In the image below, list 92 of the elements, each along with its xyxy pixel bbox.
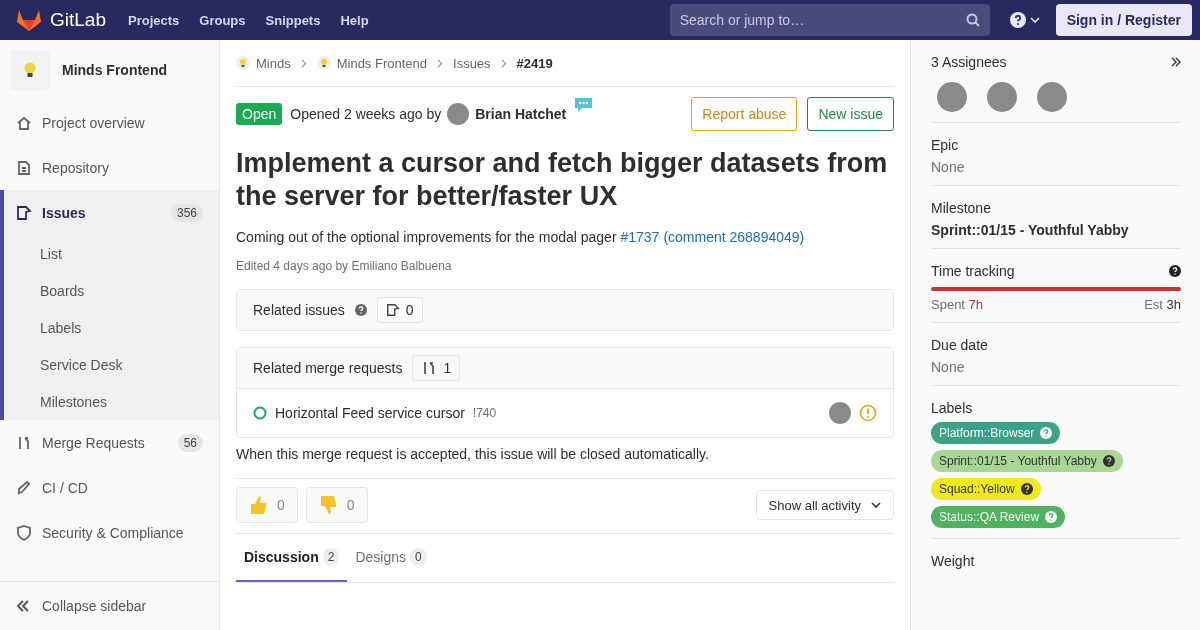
opened-text: Opened 2 weeks ago by (290, 106, 442, 122)
count-badge: 56 (177, 433, 203, 452)
search-field[interactable]: Search or jump to… (669, 4, 990, 36)
sidebar-subitem[interactable]: Boards (4, 272, 219, 309)
brand-name[interactable]: GitLab (50, 9, 106, 31)
nav-link[interactable]: Projects (128, 12, 180, 28)
sign-in-button[interactable]: Sign in / Register (1055, 4, 1192, 36)
breadcrumb-link[interactable]: Minds Frontend (336, 55, 427, 71)
speech-bubble-icon (574, 97, 594, 113)
search-icon (965, 13, 980, 27)
sidebar-item[interactable]: Project overview (4, 100, 219, 145)
document-icon (16, 159, 32, 176)
caret-icon (871, 502, 881, 508)
issue-count-badge: 0 (376, 297, 423, 323)
double-chevron-right-icon[interactable] (1171, 57, 1181, 67)
open-status-icon (253, 406, 267, 420)
merge-request-count-badge: 1 (412, 355, 461, 381)
card-title: Related merge requests (253, 360, 403, 376)
issue-link[interactable]: #1737 (620, 229, 660, 245)
section-heading: Epic (931, 137, 960, 153)
label-tag[interactable]: Sprint::01/15 - Youthful Yabby (931, 450, 1123, 472)
section-heading: Milestone (931, 200, 992, 216)
assignees-heading: 3 Assignees (931, 54, 1007, 70)
help-icon (354, 304, 367, 316)
time-spent: Spent 7h (931, 297, 984, 312)
issue-description: Coming out of the optional improvements for the modal pager #1737 (comment 268894049) (236, 229, 806, 245)
chevron-right-icon (500, 58, 507, 68)
sidebar-subitem[interactable]: List (4, 235, 219, 272)
merge-request-link[interactable]: Horizontal Feed service cursor (275, 405, 465, 421)
tab[interactable]: Designs 0 (347, 534, 435, 582)
section-heading: Labels (931, 400, 974, 416)
help-icon[interactable] (1102, 455, 1115, 467)
sidebar-subitem[interactable]: Labels (4, 309, 219, 346)
avatar[interactable] (937, 82, 967, 112)
edited-note: Edited 4 days ago by Emiliano Balbuena (236, 259, 453, 273)
issue-title: Implement a cursor and fetch bigger datasets from the server for better/faster UX (236, 147, 889, 213)
issues-icon (16, 204, 32, 221)
sidebar-item[interactable]: CI / CD (4, 465, 219, 510)
label-tag[interactable]: Squad::Yellow (931, 478, 1041, 500)
nav-link[interactable]: Help (340, 12, 369, 28)
card-title: Related issues (253, 302, 345, 318)
sidebar-subitem[interactable]: Service Desk (4, 346, 219, 383)
lightbulb-icon (316, 56, 331, 70)
thumbs-up-button[interactable]: 0 (236, 487, 298, 523)
merge-note: When this merge request is accepted, this issue will be closed automatically. (236, 446, 894, 479)
warning-icon (859, 404, 877, 422)
merge-request-ref: !740 (472, 406, 497, 420)
breadcrumb-link[interactable]: Minds (256, 55, 291, 71)
new-issue-button[interactable]: New issue (807, 97, 894, 131)
count-badge: 356 (170, 203, 203, 222)
avatar (447, 103, 470, 125)
time-estimate: Est 3h (1144, 297, 1181, 312)
fox-logo-icon (16, 8, 42, 32)
thumbs-down-icon (318, 495, 337, 515)
chevron-right-icon (300, 58, 307, 68)
author-link[interactable]: Brian Hatchet (475, 106, 567, 122)
nav-link[interactable]: Groups (199, 12, 246, 28)
section-value: None (931, 359, 966, 375)
sidebar-item[interactable]: Repository (4, 145, 219, 190)
activity-filter-dropdown[interactable]: Show all activity (755, 490, 894, 520)
breadcrumb-link[interactable]: #2419 (516, 55, 553, 71)
section-heading: Weight (931, 553, 976, 569)
help-icon (1169, 265, 1181, 277)
sidebar-item[interactable]: Security & Compliance (4, 510, 219, 555)
issue-link[interactable]: (comment 268894049) (663, 229, 805, 245)
lightbulb-icon (236, 56, 250, 70)
section-value: Sprint::01/15 - Youthful Yabby (931, 222, 1130, 238)
project-name[interactable]: Minds Frontend (62, 62, 167, 78)
status-badge: Open (236, 103, 283, 125)
house-icon (16, 114, 32, 131)
nav-link[interactable]: Snippets (265, 12, 321, 28)
sidebar-item[interactable]: Issues 356 (4, 190, 219, 235)
tab[interactable]: Discussion 2 (236, 534, 348, 582)
shield-icon (16, 524, 32, 541)
avatar[interactable] (1037, 82, 1067, 112)
thumbs-up-icon (249, 495, 267, 515)
caret-icon (1029, 17, 1040, 23)
section-value: None (931, 159, 966, 175)
section-heading: Time tracking (931, 263, 1015, 279)
lightbulb-icon (10, 50, 50, 90)
help-icon[interactable] (1020, 483, 1033, 495)
chevron-right-icon (437, 58, 443, 68)
merge-request-icon (16, 434, 32, 451)
sidebar-item[interactable]: Merge Requests 56 (4, 420, 219, 465)
double-chevron-left-icon (16, 600, 30, 612)
help-icon (1009, 12, 1026, 28)
thumbs-down-button[interactable]: 0 (305, 487, 368, 523)
avatar[interactable] (987, 82, 1017, 112)
avatar (829, 402, 851, 424)
sidebar-subitem[interactable]: Milestones (4, 383, 219, 420)
breadcrumb-link[interactable]: Issues (453, 55, 491, 71)
section-heading: Due date (931, 337, 989, 353)
